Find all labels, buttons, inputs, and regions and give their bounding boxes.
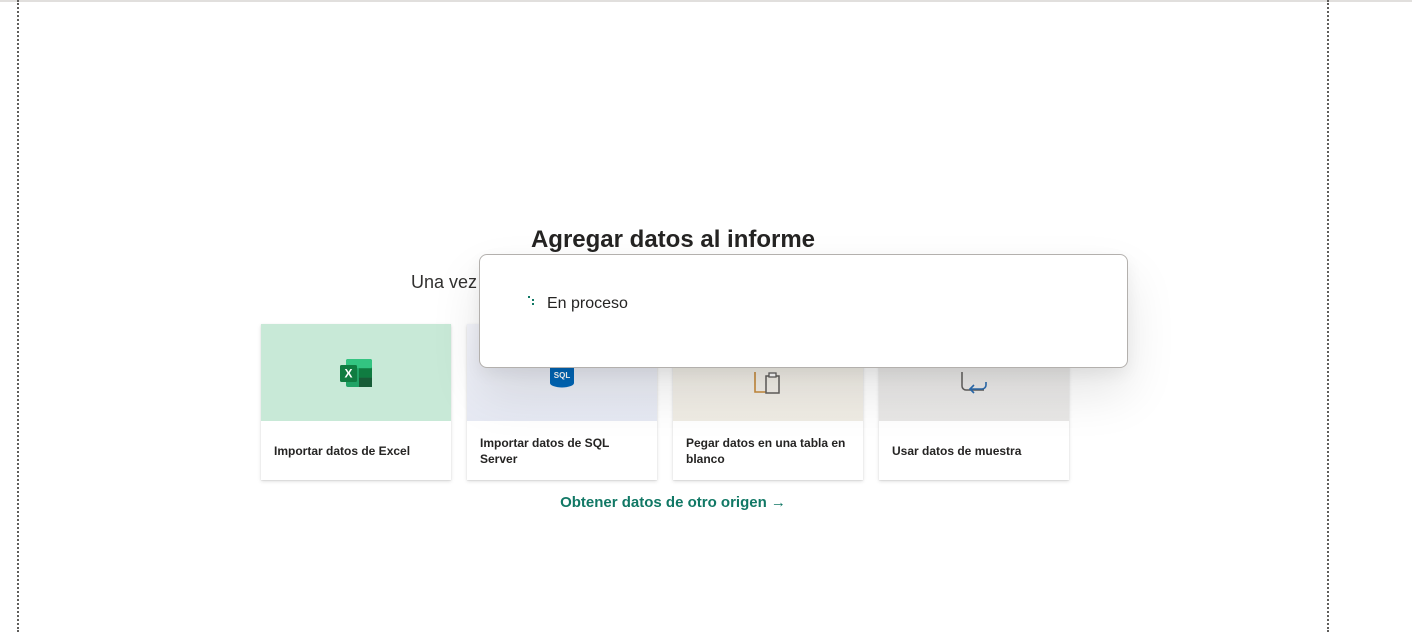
paste-table-icon bbox=[754, 372, 780, 394]
sample-data-icon bbox=[961, 372, 987, 394]
spinner-icon bbox=[528, 296, 534, 305]
excel-icon: X bbox=[340, 358, 372, 387]
svg-text:X: X bbox=[344, 366, 352, 380]
card-label: Importar datos de SQL Server bbox=[480, 435, 610, 466]
card-art: X bbox=[261, 324, 451, 421]
card-label: Usar datos de muestra bbox=[892, 443, 1022, 458]
loading-status-text: En proceso bbox=[547, 295, 628, 312]
canvas-left-border bbox=[17, 0, 19, 632]
page-subtitle: Una vez bbox=[411, 272, 478, 292]
card-label: Pegar datos en una tabla en blanco bbox=[686, 435, 846, 466]
card-label: Importar datos de Excel bbox=[274, 443, 411, 458]
canvas-right-border bbox=[1327, 0, 1329, 632]
loading-dialog: En proceso bbox=[479, 254, 1128, 368]
top-divider bbox=[0, 0, 1412, 2]
import-excel-card[interactable]: X Importar datos de Excel bbox=[261, 324, 451, 480]
sql-icon-text: SQL bbox=[554, 371, 571, 380]
get-data-other-source-link[interactable]: Obtener datos de otro origen → bbox=[0, 494, 1346, 511]
page-title: Agregar datos al informe bbox=[530, 226, 816, 253]
